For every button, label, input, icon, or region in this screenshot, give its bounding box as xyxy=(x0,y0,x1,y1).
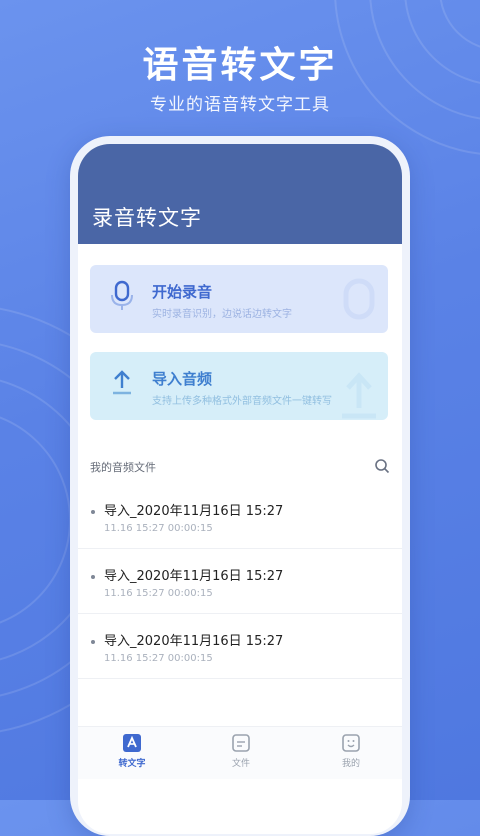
upload-watermark-icon xyxy=(342,372,376,419)
audio-file-name: 导入_2020年11月16日 15:27 xyxy=(104,569,284,584)
tab-profile-label: 我的 xyxy=(341,759,360,769)
import-audio-subtitle: 支持上传多种格式外部音频文件一键转写 xyxy=(152,396,332,407)
microphone-icon xyxy=(111,280,133,310)
tab-convert[interactable]: 转文字 xyxy=(102,733,162,769)
file-icon xyxy=(232,734,250,752)
tab-files[interactable]: 文件 xyxy=(211,733,271,769)
audio-file-list: 导入_2020年11月16日 15:27 11.16 15:27 00:00:1… xyxy=(78,484,402,679)
audio-files-section-label: 我的音频文件 xyxy=(90,461,156,474)
audio-file-name: 导入_2020年11月16日 15:27 xyxy=(104,634,284,649)
hero-title: 语音转文字 xyxy=(142,45,338,86)
audio-file-meta: 11.16 15:27 00:00:15 xyxy=(104,523,213,534)
upload-icon xyxy=(113,370,131,395)
audio-file-meta: 11.16 15:27 00:00:15 xyxy=(104,588,213,599)
profile-icon xyxy=(342,734,360,752)
import-audio-title: 导入音频 xyxy=(152,370,213,388)
bullet-dot xyxy=(91,510,95,514)
bottom-tab-bar: 转文字 文件 我的 xyxy=(78,726,402,779)
phone-screen: 录音转文字 开始录音 实时录音识别，边说话边转文字 导入音频 支持上传多种格式外… xyxy=(78,144,402,834)
tab-profile[interactable]: 我的 xyxy=(321,733,381,769)
start-recording-title: 开始录音 xyxy=(152,283,213,301)
hero-subtitle: 专业的语音转文字工具 xyxy=(150,95,330,115)
bullet-dot xyxy=(91,640,95,644)
microphone-watermark-icon xyxy=(343,278,375,320)
app-header: 录音转文字 xyxy=(78,144,402,244)
start-recording-card[interactable]: 开始录音 实时录音识别，边说话边转文字 xyxy=(90,265,388,333)
audio-file-item[interactable]: 导入_2020年11月16日 15:27 11.16 15:27 00:00:1… xyxy=(78,614,402,679)
app-title: 录音转文字 xyxy=(92,206,202,230)
audio-file-item[interactable]: 导入_2020年11月16日 15:27 11.16 15:27 00:00:1… xyxy=(78,484,402,549)
audio-file-item[interactable]: 导入_2020年11月16日 15:27 11.16 15:27 00:00:1… xyxy=(78,549,402,614)
tab-files-label: 文件 xyxy=(231,759,250,769)
phone-frame: 录音转文字 开始录音 实时录音识别，边说话边转文字 导入音频 支持上传多种格式外… xyxy=(70,136,410,836)
text-convert-icon xyxy=(123,734,141,752)
audio-file-meta: 11.16 15:27 00:00:15 xyxy=(104,653,213,664)
audio-file-name: 导入_2020年11月16日 15:27 xyxy=(104,504,284,519)
bullet-dot xyxy=(91,575,95,579)
start-recording-subtitle: 实时录音识别，边说话边转文字 xyxy=(152,309,292,320)
search-icon[interactable] xyxy=(374,458,390,474)
import-audio-card[interactable]: 导入音频 支持上传多种格式外部音频文件一键转写 xyxy=(90,352,388,420)
tab-convert-label: 转文字 xyxy=(118,759,146,769)
